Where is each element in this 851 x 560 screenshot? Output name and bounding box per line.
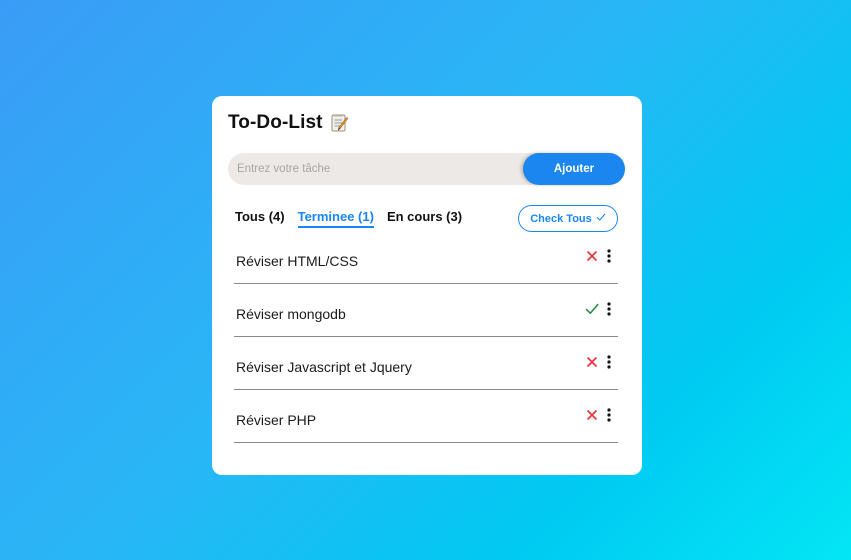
tab-in-progress[interactable]: En cours (3) bbox=[387, 209, 462, 228]
check-all-label: Check Tous bbox=[530, 212, 592, 225]
task-label: Réviser mongodb bbox=[236, 306, 346, 322]
task-label: Réviser HTML/CSS bbox=[236, 253, 359, 269]
task-item: Réviser mongodb bbox=[234, 285, 618, 337]
task-item: Réviser PHP bbox=[234, 391, 618, 443]
close-icon[interactable] bbox=[585, 249, 599, 263]
check-all-button[interactable]: Check Tous bbox=[518, 205, 618, 232]
more-vertical-icon[interactable] bbox=[605, 248, 613, 264]
filter-tabs: Tous (4) Terminee (1) En cours (3) bbox=[235, 209, 462, 228]
task-item: Réviser HTML/CSS bbox=[234, 232, 618, 284]
task-label: Réviser Javascript et Jquery bbox=[236, 359, 412, 375]
more-vertical-icon[interactable] bbox=[605, 407, 613, 423]
tab-all[interactable]: Tous (4) bbox=[235, 209, 285, 228]
add-button[interactable]: Ajouter bbox=[523, 153, 625, 185]
check-icon bbox=[596, 212, 606, 225]
task-label: Réviser PHP bbox=[236, 412, 317, 428]
close-icon[interactable] bbox=[585, 408, 599, 422]
close-icon[interactable] bbox=[585, 355, 599, 369]
more-vertical-icon[interactable] bbox=[605, 354, 613, 370]
todo-card: To-Do-List Ajouter Tous (4) Terminee (1)… bbox=[212, 96, 642, 475]
memo-icon bbox=[331, 113, 349, 133]
task-input-group: Ajouter bbox=[228, 153, 625, 185]
task-item: Réviser Javascript et Jquery bbox=[234, 338, 618, 390]
more-vertical-icon[interactable] bbox=[605, 301, 613, 317]
task-input[interactable] bbox=[228, 153, 528, 185]
tab-completed[interactable]: Terminee (1) bbox=[297, 209, 374, 228]
header: To-Do-List bbox=[228, 112, 349, 134]
task-list: Réviser HTML/CSS Réviser mongodb Réviser… bbox=[234, 232, 618, 444]
check-icon[interactable] bbox=[585, 302, 599, 316]
app-title: To-Do-List bbox=[228, 112, 323, 133]
